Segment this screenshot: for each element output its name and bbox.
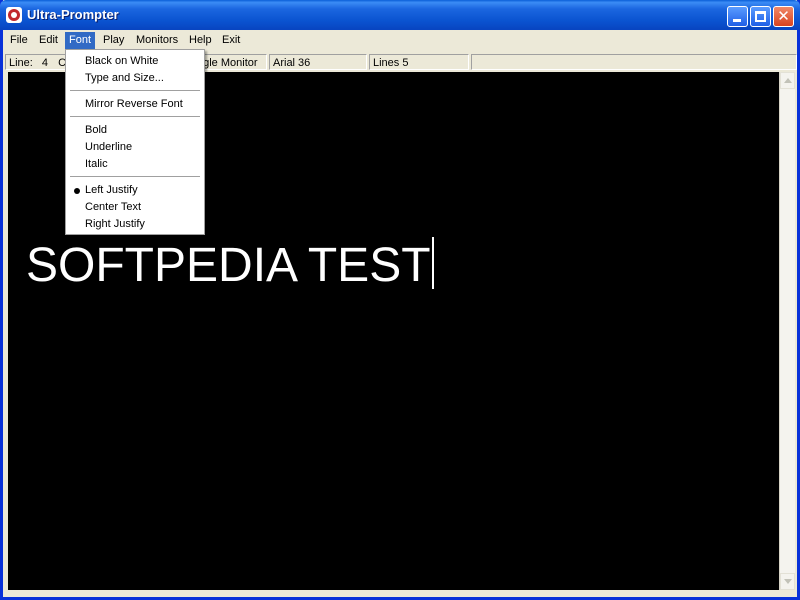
minimize-icon bbox=[733, 19, 741, 22]
line-value: 4 bbox=[41, 57, 49, 69]
close-button[interactable]: ✕ bbox=[773, 6, 794, 27]
menu-help[interactable]: Help bbox=[185, 32, 216, 49]
scroll-up-button[interactable] bbox=[780, 72, 795, 89]
app-window: Ultra-Prompter ✕ File Edit Font Play Mon… bbox=[0, 0, 800, 600]
arrow-up-icon bbox=[784, 78, 792, 83]
font-indicator: Arial 36 bbox=[269, 54, 367, 70]
title-bar[interactable]: Ultra-Prompter ✕ bbox=[0, 0, 800, 30]
menu-edit[interactable]: Edit bbox=[35, 32, 62, 49]
menu-item-underline[interactable]: Underline bbox=[67, 139, 203, 156]
menu-item-center-text[interactable]: Center Text bbox=[67, 199, 203, 216]
menu-item-right-justify[interactable]: Right Justify bbox=[67, 216, 203, 233]
scroll-down-button[interactable] bbox=[780, 573, 795, 590]
arrow-down-icon bbox=[784, 579, 792, 584]
menu-item-type-and-size[interactable]: Type and Size... bbox=[67, 70, 203, 87]
menu-item-black-on-white[interactable]: Black on White bbox=[67, 53, 203, 70]
menu-item-italic[interactable]: Italic bbox=[67, 156, 203, 173]
menu-item-left-justify-label: Left Justify bbox=[85, 184, 138, 196]
text-caret bbox=[431, 237, 434, 289]
prompter-text[interactable]: SOFTPEDIA TEST bbox=[26, 237, 434, 294]
menu-font[interactable]: Font bbox=[65, 32, 96, 49]
vertical-scrollbar[interactable] bbox=[779, 72, 795, 590]
lines-indicator: Lines 5 bbox=[369, 54, 469, 70]
menu-exit[interactable]: Exit bbox=[218, 32, 244, 49]
monitor-indicator: ngle Monitor bbox=[197, 54, 267, 70]
status-spacer bbox=[471, 54, 797, 70]
menu-file[interactable]: File bbox=[6, 32, 32, 49]
menu-item-bold[interactable]: Bold bbox=[67, 122, 203, 139]
menu-item-left-justify[interactable]: Left Justify bbox=[67, 182, 203, 199]
menu-separator bbox=[70, 116, 200, 117]
menu-separator bbox=[70, 176, 200, 177]
window-title: Ultra-Prompter bbox=[27, 7, 119, 22]
menu-item-mirror-reverse-font[interactable]: Mirror Reverse Font bbox=[67, 96, 203, 113]
radio-bullet-icon bbox=[74, 188, 80, 194]
maximize-button[interactable] bbox=[750, 6, 771, 27]
prompter-text-content: SOFTPEDIA TEST bbox=[26, 239, 431, 292]
menu-bar: File Edit Font Play Monitors Help Exit bbox=[3, 30, 797, 50]
menu-separator bbox=[70, 90, 200, 91]
line-indicator: Line: 4 C bbox=[5, 54, 67, 70]
maximize-icon bbox=[755, 11, 766, 22]
menu-play[interactable]: Play bbox=[99, 32, 128, 49]
line-label: Line: bbox=[9, 57, 33, 69]
menu-monitors[interactable]: Monitors bbox=[132, 32, 182, 49]
app-logo-icon[interactable] bbox=[6, 7, 22, 23]
minimize-button[interactable] bbox=[727, 6, 748, 27]
font-menu-dropdown: Black on White Type and Size... Mirror R… bbox=[65, 49, 205, 235]
close-icon: ✕ bbox=[777, 7, 790, 25]
